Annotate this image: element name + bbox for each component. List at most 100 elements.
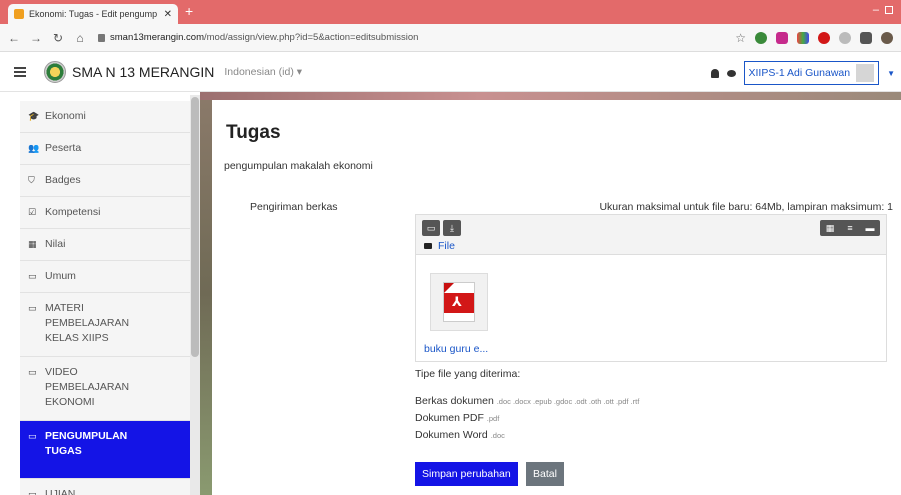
sidebar-item-label: Peserta: [45, 142, 82, 154]
type-row: Dokumen Word .doc: [415, 427, 639, 444]
url-path: /mod/assign/view.php?id=5&action=editsub…: [204, 32, 419, 43]
site-name[interactable]: SMA N 13 MERANGIN: [72, 64, 214, 80]
new-tab-icon[interactable]: +: [185, 4, 193, 18]
sidebar-item-label: Nilai: [45, 238, 66, 250]
sidebar-item-umum[interactable]: ▭ Umum: [20, 261, 190, 293]
users-icon: 👥: [28, 143, 40, 153]
save-changes-button[interactable]: Simpan perubahan: [415, 462, 518, 486]
sidebar-item-pengumpulan-tugas[interactable]: ▭ PENGUMPULAN TUGAS: [20, 421, 190, 479]
bookmark-star-icon[interactable]: ☆: [735, 31, 746, 45]
browser-tab-strip: Ekonomi: Tugas - Edit pengump ✕ + –: [0, 0, 901, 24]
file-name-link[interactable]: buku guru e...: [424, 343, 488, 355]
create-folder-button[interactable]: ▭: [422, 220, 440, 236]
sidebar-item-badges[interactable]: ⛉ Badges: [20, 165, 190, 197]
view-mode-buttons: ▦ ≡ ▬: [820, 220, 880, 236]
cancel-button[interactable]: Batal: [526, 462, 564, 486]
chat-icon[interactable]: [726, 69, 736, 77]
puzzle-icon[interactable]: [860, 32, 872, 44]
type-exts: .pdf: [486, 414, 500, 423]
checkbox-icon: ☑: [28, 207, 37, 217]
close-tab-icon[interactable]: ✕: [164, 9, 172, 20]
list-view-icon[interactable]: ≡: [840, 220, 860, 236]
sidebar-item-label: UJIAN: [45, 488, 76, 495]
path-link[interactable]: File: [438, 240, 455, 252]
file-manager: ▭ ⤓ ▦ ≡ ▬ File ⅄ buku guru e...: [415, 214, 887, 362]
reload-icon[interactable]: ↻: [50, 31, 66, 45]
address-bar: ← → ↻ ⌂ sman13merangin.com /mod/assign/v…: [0, 24, 901, 52]
school-logo[interactable]: [44, 60, 66, 83]
hamburger-menu-icon[interactable]: [14, 65, 26, 79]
sidebar-item-label: Kompetensi: [45, 206, 101, 218]
course-sidebar: 🎓 Ekonomi 👥 Peserta ⛉ Badges ☑ Kompetens…: [20, 101, 190, 495]
url-field[interactable]: sman13merangin.com /mod/assign/view.php?…: [98, 32, 418, 43]
window-controls[interactable]: –: [873, 4, 893, 16]
folder-icon: ▭: [28, 367, 37, 377]
folder-icon: ▭: [28, 271, 37, 281]
user-menu[interactable]: XIIPS-1 Adi Gunawan: [743, 61, 880, 85]
table-icon: ▦: [28, 239, 37, 249]
sidebar-item-label: VIDEO PEMBELAJARAN EKONOMI: [45, 366, 130, 408]
sidebar-item-kompetensi[interactable]: ☑ Kompetensi: [20, 197, 190, 229]
sidebar-item-label: Ekonomi: [45, 110, 86, 122]
shield-icon: ⛉: [28, 175, 35, 185]
graduation-cap-icon: 🎓: [28, 111, 40, 121]
type-name: Dokumen PDF: [415, 412, 484, 424]
type-exts: .doc .docx .epub .gdoc .odt .oth .ott .p…: [496, 397, 640, 406]
background-photo-top: [200, 92, 901, 100]
sidebar-item-label: MATERI PEMBELAJARAN KELAS XIIPS: [45, 302, 130, 344]
user-name: XIIPS-1 Adi Gunawan: [748, 67, 851, 79]
forward-icon[interactable]: →: [28, 31, 44, 45]
home-icon[interactable]: ⌂: [72, 31, 88, 45]
folder-icon: [424, 243, 432, 249]
pdf-file-thumbnail[interactable]: ⅄: [430, 273, 488, 331]
extension-icon[interactable]: [839, 32, 851, 44]
folder-icon: ▭: [28, 431, 37, 441]
file-path: File: [424, 240, 455, 252]
type-row: Berkas dokumen .doc .docx .epub .gdoc .o…: [415, 393, 639, 410]
sidebar-item-video[interactable]: ▭ VIDEO PEMBELAJARAN EKONOMI: [20, 357, 190, 421]
accepted-types-list: Berkas dokumen .doc .docx .epub .gdoc .o…: [415, 393, 639, 444]
scrollbar-thumb[interactable]: [191, 97, 199, 357]
sidebar-scrollbar[interactable]: [190, 95, 200, 495]
profile-icon[interactable]: [881, 32, 893, 44]
sidebar-item-materi[interactable]: ▭ MATERI PEMBELAJARAN KELAS XIIPS: [20, 293, 190, 357]
type-row: Dokumen PDF .pdf: [415, 410, 639, 427]
main-content: Tugas pengumpulan makalah ekonomi Pengir…: [212, 100, 901, 495]
back-icon[interactable]: ←: [6, 31, 22, 45]
download-button[interactable]: ⤓: [443, 220, 461, 236]
background-photo: [200, 92, 212, 495]
sidebar-item-label: Umum: [45, 270, 76, 282]
browser-tab[interactable]: Ekonomi: Tugas - Edit pengump ✕: [8, 4, 178, 24]
folder-icon: ▭: [28, 489, 37, 495]
language-selector[interactable]: Indonesian (id) ▾: [224, 66, 302, 78]
favicon-icon: [14, 9, 24, 19]
site-navbar: SMA N 13 MERANGIN Indonesian (id) ▾ XIIP…: [0, 52, 901, 92]
lock-icon: [98, 33, 105, 42]
extension-icon[interactable]: [818, 32, 830, 44]
sidebar-item-ujian[interactable]: ▭ UJIAN: [20, 479, 190, 495]
assignment-description: pengumpulan makalah ekonomi: [224, 160, 373, 172]
avatar: [856, 64, 875, 82]
tree-view-icon[interactable]: ▬: [860, 220, 880, 236]
file-submission-label: Pengiriman berkas: [250, 201, 338, 213]
sidebar-item-label: Badges: [45, 174, 81, 186]
extension-icon[interactable]: [755, 32, 767, 44]
chevron-down-icon[interactable]: ▼: [887, 69, 895, 78]
accepted-types-label: Tipe file yang diterima:: [415, 368, 521, 380]
folder-icon: ▭: [28, 303, 37, 313]
browser-tab-title: Ekonomi: Tugas - Edit pengump: [29, 9, 158, 19]
extension-icon[interactable]: [797, 32, 809, 44]
type-exts: .doc: [490, 431, 505, 440]
url-domain: sman13merangin.com: [110, 32, 204, 43]
page-title: Tugas: [226, 122, 281, 143]
sidebar-item-peserta[interactable]: 👥 Peserta: [20, 133, 190, 165]
sidebar-item-ekonomi[interactable]: 🎓 Ekonomi: [20, 101, 190, 133]
navbar-user-area: XIIPS-1 Adi Gunawan ▼: [710, 61, 895, 85]
extension-icons: ☆: [735, 31, 893, 45]
grid-view-icon[interactable]: ▦: [820, 220, 840, 236]
file-manager-toolbar: ▭ ⤓ ▦ ≡ ▬ File: [416, 215, 886, 255]
sidebar-item-nilai[interactable]: ▦ Nilai: [20, 229, 190, 261]
extension-icon[interactable]: [776, 32, 788, 44]
bell-icon[interactable]: [710, 68, 719, 78]
max-size-info: Ukuran maksimal untuk file baru: 64Mb, l…: [599, 201, 893, 213]
